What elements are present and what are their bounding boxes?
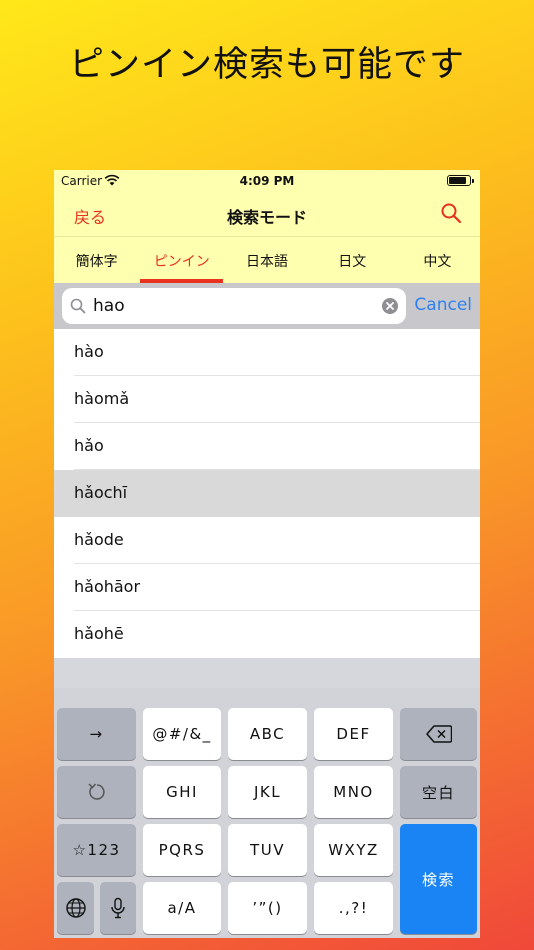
tab-label: 日本語: [246, 254, 288, 270]
mode-key[interactable]: ☆123: [57, 824, 136, 876]
tab-japanese[interactable]: 日本語: [224, 237, 309, 283]
result-text: hǎohāor: [74, 577, 141, 596]
tab-nichibun[interactable]: 日文: [310, 237, 395, 283]
space-key[interactable]: 空白: [400, 766, 477, 818]
key-mno[interactable]: MNO: [314, 766, 393, 818]
result-row[interactable]: hǎohāor: [54, 564, 480, 611]
key-case-toggle[interactable]: a/A: [143, 882, 221, 934]
arrow-key[interactable]: →: [57, 708, 136, 760]
globe-key[interactable]: [57, 882, 94, 934]
result-row[interactable]: hào: [54, 329, 480, 376]
search-query: hao: [93, 296, 125, 316]
mode-tabs: 簡体字 ピンイン 日本語 日文 中文: [54, 236, 480, 283]
result-row[interactable]: hàomǎ: [54, 376, 480, 423]
result-text: hǎochī: [74, 483, 128, 502]
tab-simplified[interactable]: 簡体字: [54, 237, 139, 283]
microphone-icon: [111, 897, 125, 919]
keyboard-top-gap: [54, 658, 480, 688]
result-text: hàomǎ: [74, 389, 130, 408]
result-row[interactable]: hǎohē: [54, 611, 480, 658]
key-tuv[interactable]: TUV: [228, 824, 307, 876]
microphone-key[interactable]: [100, 882, 136, 934]
result-row-selected[interactable]: hǎochī: [54, 470, 480, 517]
key-pqrs[interactable]: PQRS: [143, 824, 221, 876]
battery-level: [449, 177, 466, 184]
undo-icon: [87, 783, 105, 800]
key-abc[interactable]: ABC: [228, 708, 307, 760]
result-row[interactable]: hǎode: [54, 517, 480, 564]
tab-pinyin[interactable]: ピンイン: [139, 237, 224, 283]
backspace-icon: [425, 725, 452, 743]
promo-title: ピンイン検索も可能です: [68, 45, 465, 85]
key-punctuation[interactable]: .,?!: [314, 882, 393, 934]
key-jkl[interactable]: JKL: [228, 766, 307, 818]
key-wxyz[interactable]: WXYZ: [314, 824, 393, 876]
status-bar: Carrier 4:09 PM: [54, 170, 480, 192]
magnifier-icon: [70, 298, 86, 314]
result-row[interactable]: hǎo: [54, 423, 480, 470]
globe-icon: [65, 898, 86, 918]
battery-icon: [447, 175, 474, 186]
tab-label: 日文: [338, 254, 367, 270]
result-text: hǎo: [74, 436, 104, 455]
undo-key[interactable]: [57, 766, 136, 818]
results-list: hào hàomǎ hǎo hǎochī hǎode hǎohāor hǎohē: [54, 329, 480, 658]
result-text: hào: [74, 342, 104, 361]
tab-label: 中文: [423, 254, 452, 270]
backspace-key[interactable]: [400, 708, 477, 760]
nav-title: 検索モード: [226, 208, 307, 227]
phone-screen: Carrier 4:09 PM 戻る 検索モード 簡体字 ピンイン 日本語 日文…: [54, 170, 480, 938]
search-enter-key[interactable]: 検索: [400, 824, 477, 934]
tab-label: 簡体字: [75, 254, 118, 270]
tab-label: ピンイン: [153, 254, 210, 270]
key-ghi[interactable]: GHI: [143, 766, 221, 818]
result-text: hǎode: [74, 530, 124, 549]
keyboard: → @#/&_ ABC DEF GHI JKL MNO 空白 ☆123 PQRS…: [54, 688, 480, 938]
key-symbols[interactable]: @#/&_: [143, 708, 221, 760]
search-bar: hao Cancel: [54, 283, 480, 329]
status-time: 4:09 PM: [239, 174, 295, 188]
tab-chinese[interactable]: 中文: [395, 237, 480, 283]
navigation-bar: 戻る 検索モード: [54, 192, 480, 236]
clear-circle-icon[interactable]: [382, 298, 398, 314]
search-icon[interactable]: [440, 202, 462, 224]
key-def[interactable]: DEF: [314, 708, 393, 760]
cancel-button[interactable]: Cancel: [414, 295, 472, 315]
result-text: hǎohē: [74, 624, 124, 643]
search-input[interactable]: hao: [62, 288, 406, 324]
key-quotes-parens[interactable]: ’”(): [228, 882, 307, 934]
